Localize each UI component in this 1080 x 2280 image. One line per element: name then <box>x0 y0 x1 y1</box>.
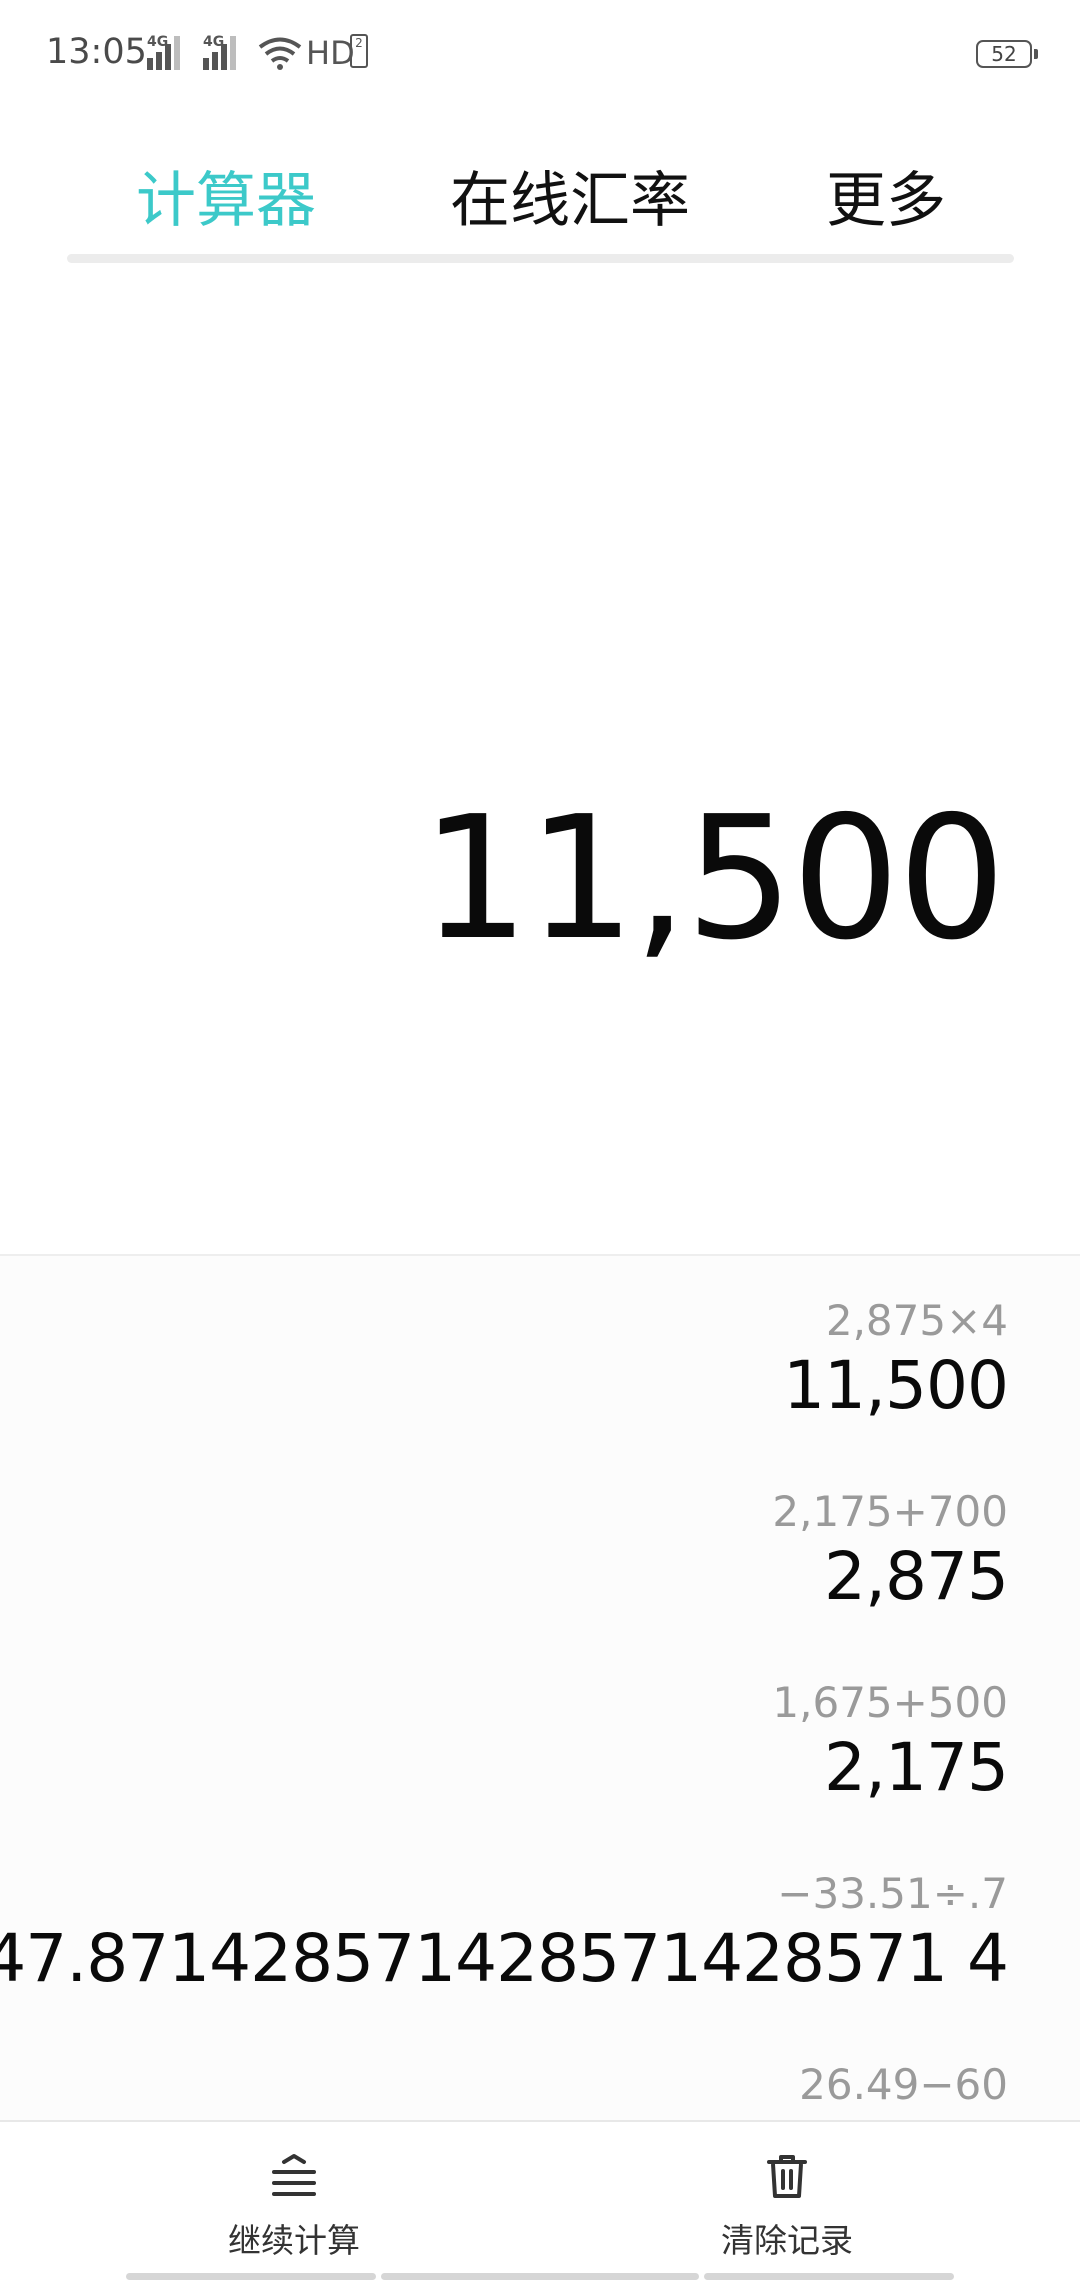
history-expression: 2,875×4 <box>825 1296 1008 1345</box>
clear-history-button[interactable]: 清除记录 <box>657 2152 917 2272</box>
tab-exchange-rate[interactable]: 在线汇率 <box>450 152 690 239</box>
home-indicator-middle <box>381 2273 699 2280</box>
trash-icon <box>767 2155 807 2198</box>
status-bar: 13:05 4G 4G HD 2 52 <box>0 0 1080 110</box>
wifi-icon <box>258 37 302 70</box>
tab-indicator-track <box>67 254 1014 263</box>
tab-calculator[interactable]: 计算器 <box>136 152 316 239</box>
history-expression: −33.51÷.7 <box>777 1869 1008 1918</box>
battery-level: 52 <box>991 42 1017 66</box>
home-indicator-left <box>126 2273 376 2280</box>
history-result: −47.871428571428571428571 4 <box>0 1920 1009 1997</box>
continue-calculation-label: 继续计算 <box>228 2221 360 2260</box>
calculator-screen: 13:05 4G 4G HD 2 52 计算器 在线汇率 更多 11,500 2… <box>0 0 1080 2280</box>
history-result: 2,175 <box>824 1729 1009 1806</box>
list-up-icon <box>272 2154 316 2196</box>
tab-bar: 计算器 在线汇率 更多 <box>0 140 1080 250</box>
status-time: 13:05 <box>46 32 147 72</box>
home-indicator-right <box>704 2273 954 2280</box>
history-item[interactable]: 1,675+500 2,175 <box>772 1678 1009 1806</box>
tab-more[interactable]: 更多 <box>826 152 946 239</box>
bottom-bar: 继续计算 清除记录 <box>0 2120 1080 2280</box>
history-result: 2,875 <box>824 1538 1009 1615</box>
history-expression: 2,175+700 <box>772 1487 1008 1536</box>
history-result: 11,500 <box>783 1347 1009 1424</box>
history-item[interactable]: 2,175+700 2,875 <box>772 1487 1009 1615</box>
continue-calculation-button[interactable]: 继续计算 <box>164 2152 424 2272</box>
clear-history-label: 清除记录 <box>721 2221 853 2260</box>
signal-1-icon: 4G <box>147 34 193 70</box>
history-item[interactable]: 26.49−60 <box>799 2060 1008 2109</box>
battery-icon: 52 <box>976 40 1038 68</box>
signal-2-icon: 4G <box>203 34 249 70</box>
display-value: 11,500 <box>421 780 1006 978</box>
history-expression: 1,675+500 <box>772 1678 1008 1727</box>
hd-sub-label: 2 <box>350 34 368 68</box>
hd-label: HD <box>306 34 355 72</box>
history-list[interactable]: 2,875×4 11,500 2,175+700 2,875 1,675+500… <box>0 1254 1080 2120</box>
history-item[interactable]: −33.51÷.7 −47.871428571428571428571 4 <box>0 1869 1009 1997</box>
history-item[interactable]: 2,875×4 11,500 <box>783 1296 1009 1424</box>
history-expression: 26.49−60 <box>799 2060 1008 2109</box>
